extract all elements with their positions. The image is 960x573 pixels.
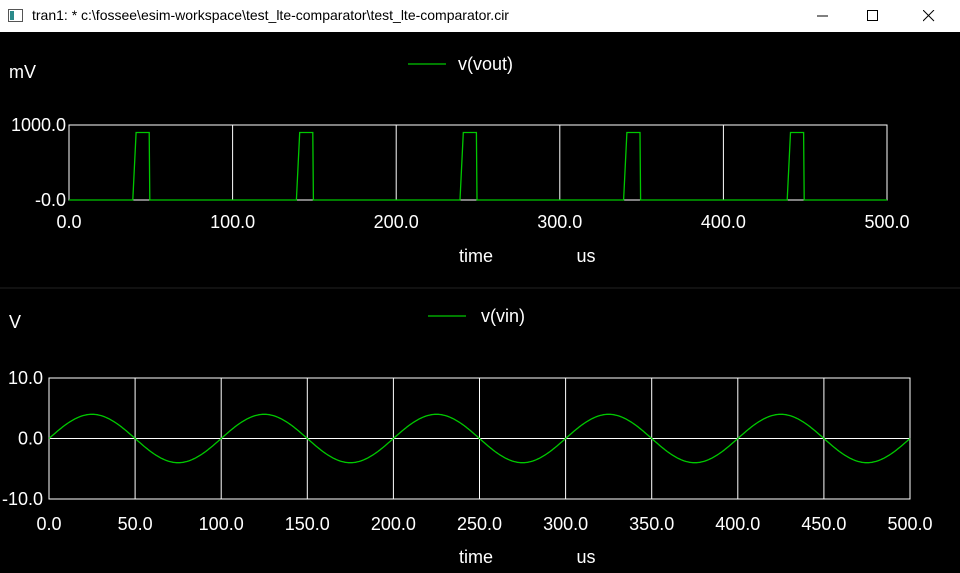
x-tick-label: 250.0 bbox=[457, 514, 502, 534]
y-tick-label: 10.0 bbox=[8, 368, 43, 388]
x-tick-label: 150.0 bbox=[285, 514, 330, 534]
x-tick-label: 50.0 bbox=[118, 514, 153, 534]
y-tick-label: 0.0 bbox=[18, 429, 43, 449]
x-unit-label: us bbox=[576, 246, 595, 266]
window-title: tran1: * c:\fossee\esim-workspace\test_l… bbox=[32, 7, 509, 23]
y-tick-label: -0.0 bbox=[35, 190, 66, 210]
y-tick-label: -10.0 bbox=[2, 489, 43, 509]
y-unit-label: mV bbox=[9, 62, 36, 82]
x-tick-label: 500.0 bbox=[864, 212, 909, 232]
legend-label: v(vout) bbox=[458, 54, 513, 74]
x-tick-label: 100.0 bbox=[210, 212, 255, 232]
plot-canvas: mV v(vout) 0.0 100.0 200.0 300.0 400.0 500.0 -0.… bbox=[0, 54, 960, 567]
x-tick-label: 0.0 bbox=[36, 514, 61, 534]
x-tick-label: 500.0 bbox=[887, 514, 932, 534]
x-tick-label: 0.0 bbox=[56, 212, 81, 232]
maximize-button[interactable] bbox=[850, 0, 896, 32]
series-line-v-vout- bbox=[69, 131, 887, 201]
x-tick-label: 200.0 bbox=[374, 212, 419, 232]
x-axis-label: time bbox=[459, 547, 493, 567]
x-tick-label: 100.0 bbox=[199, 514, 244, 534]
x-unit-label: us bbox=[576, 547, 595, 567]
y-tick-label: 1000.0 bbox=[11, 115, 66, 135]
x-tick-label: 300.0 bbox=[543, 514, 588, 534]
x-tick-label: 300.0 bbox=[537, 212, 582, 232]
y-unit-label: V bbox=[9, 312, 21, 332]
x-tick-label: 350.0 bbox=[629, 514, 674, 534]
minimize-icon bbox=[817, 15, 828, 17]
close-icon bbox=[923, 10, 935, 22]
plot-frame bbox=[68, 124, 888, 201]
maximize-icon bbox=[867, 10, 878, 21]
minimize-button[interactable] bbox=[800, 0, 846, 32]
x-tick-label: 400.0 bbox=[701, 212, 746, 232]
close-button[interactable] bbox=[906, 0, 952, 32]
legend-label: v(vin) bbox=[481, 306, 525, 326]
x-tick-label: 450.0 bbox=[801, 514, 846, 534]
app-icon bbox=[8, 9, 23, 22]
x-axis-label: time bbox=[459, 246, 493, 266]
title-bar[interactable]: tran1: * c:\fossee\esim-workspace\test_l… bbox=[0, 0, 960, 32]
x-tick-label: 400.0 bbox=[715, 514, 760, 534]
x-tick-label: 200.0 bbox=[371, 514, 416, 534]
